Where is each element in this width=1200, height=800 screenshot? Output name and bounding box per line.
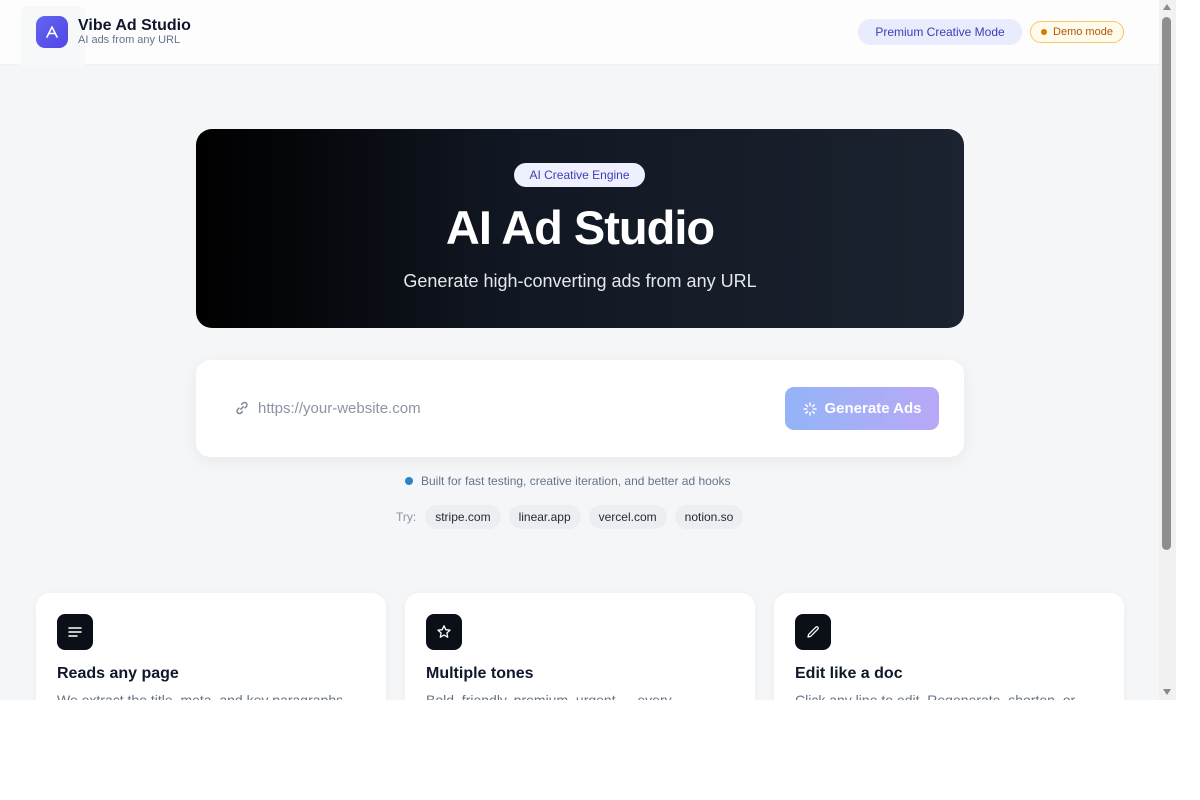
hero-subtitle: Generate high-converting ads from any UR… <box>403 271 757 291</box>
generate-ads-button[interactable]: Generate Ads <box>785 387 939 430</box>
scrollbar-thumb[interactable] <box>1162 17 1171 550</box>
hero-badge: AI Creative Engine <box>514 163 645 187</box>
feature-card-reads-page: Reads any page We extract the title, met… <box>36 593 386 700</box>
url-input[interactable] <box>258 395 758 421</box>
feature-title: Edit like a doc <box>795 665 903 682</box>
example-chip[interactable]: stripe.com <box>425 505 501 529</box>
demo-status-dot-icon <box>1041 29 1048 35</box>
brand-name: Vibe Ad Studio <box>78 17 191 34</box>
brand-tagline: AI ads from any URL <box>78 34 181 46</box>
star-icon <box>426 614 462 650</box>
logo-glyph-icon <box>46 26 58 38</box>
hint-text: Built for fast testing, creative iterati… <box>405 474 731 488</box>
feature-card-edit-doc: Edit like a doc Click any line to edit. … <box>774 593 1124 700</box>
scroll-up-arrow-icon[interactable] <box>1163 4 1171 10</box>
pencil-icon <box>795 614 831 650</box>
url-input-card: Generate Ads <box>196 360 964 457</box>
lines-icon <box>57 614 93 650</box>
page-viewport: Vibe Ad Studio AI ads from any URL Premi… <box>0 0 1159 700</box>
app-logo-icon[interactable] <box>36 16 68 48</box>
feature-title: Reads any page <box>57 665 179 682</box>
example-chip[interactable]: linear.app <box>508 505 581 529</box>
feature-description: Bold, friendly, premium, urgent — every <box>426 692 672 700</box>
feature-description: Click any line to edit. Regenerate, shor… <box>795 692 1076 700</box>
hero-banner: AI Creative Engine AI Ad Studio Generate… <box>196 129 964 328</box>
try-label: Try: <box>396 510 417 524</box>
demo-mode-badge: Demo mode <box>1030 21 1124 43</box>
hero-title: AI Ad Studio <box>445 201 715 254</box>
scroll-down-arrow-icon[interactable] <box>1163 689 1171 695</box>
vertical-scrollbar[interactable] <box>1159 0 1176 700</box>
hint-dot-icon <box>405 477 413 485</box>
example-chip[interactable]: vercel.com <box>588 505 667 529</box>
demo-mode-label: Demo mode <box>1053 26 1113 38</box>
hint-label: Built for fast testing, creative iterati… <box>421 474 731 488</box>
feature-card-multiple-tones: Multiple tones Bold, friendly, premium, … <box>405 593 755 700</box>
premium-mode-badge[interactable]: Premium Creative Mode <box>858 19 1022 45</box>
feature-description: We extract the title, meta, and key para… <box>57 692 344 700</box>
feature-title: Multiple tones <box>426 665 534 682</box>
generate-ads-label: Generate Ads <box>824 400 922 417</box>
try-examples: Try: stripe.com linear.app vercel.com no… <box>396 505 744 529</box>
app-header: Vibe Ad Studio AI ads from any URL Premi… <box>0 0 1159 68</box>
example-chip[interactable]: notion.so <box>674 505 744 529</box>
loading-spinner-icon <box>802 401 817 416</box>
link-icon <box>236 401 248 415</box>
